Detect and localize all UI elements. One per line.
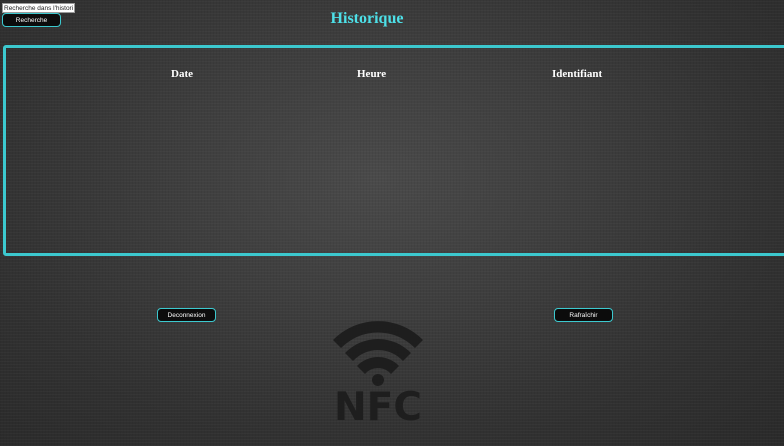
page-title: Historique <box>330 10 404 27</box>
refresh-button[interactable]: Rafraîchir <box>554 308 613 322</box>
column-header-identifiant: Identifiant <box>552 68 603 80</box>
history-table-panel <box>3 45 784 256</box>
column-header-heure: Heure <box>357 68 387 80</box>
nfc-logo-text: NFC <box>334 385 422 424</box>
column-header-date: Date <box>171 68 193 80</box>
nfc-logo: NFC <box>326 312 430 430</box>
logout-button[interactable]: Deconnexion <box>157 308 216 322</box>
nfc-icon: NFC <box>333 321 423 430</box>
